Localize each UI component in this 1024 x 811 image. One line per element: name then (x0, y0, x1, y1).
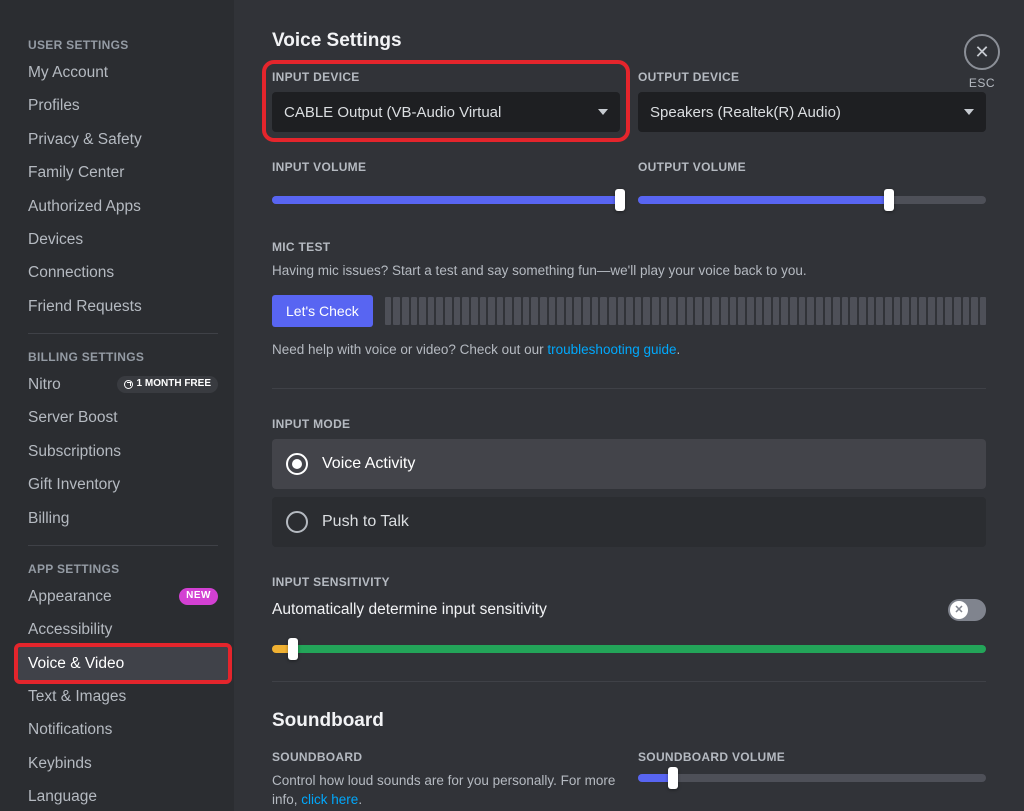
radio-label: Push to Talk (322, 513, 409, 531)
input-volume-label: INPUT VOLUME (272, 160, 620, 174)
close-button[interactable]: ✕ (964, 34, 1000, 70)
clock-icon (124, 380, 133, 389)
sidebar-item-profiles[interactable]: Profiles (18, 89, 228, 122)
sidebar-item-text-images[interactable]: Text & Images (18, 680, 228, 713)
sidebar-item-authorized-apps[interactable]: Authorized Apps (18, 190, 228, 223)
sidebar-item-my-account[interactable]: My Account (18, 56, 228, 89)
mic-test-label: MIC TEST (272, 240, 986, 254)
divider (28, 545, 218, 546)
input-volume-slider[interactable] (272, 196, 620, 204)
x-icon: ✕ (954, 603, 963, 616)
sidebar-item-connections[interactable]: Connections (18, 256, 228, 289)
section-header-app: APP SETTINGS (18, 556, 228, 580)
radio-icon (286, 453, 308, 475)
radio-label: Voice Activity (322, 455, 415, 473)
soundboard-label: SOUNDBOARD (272, 750, 620, 764)
sidebar-item-voice-video[interactable]: Voice & Video (18, 647, 228, 680)
lets-check-button[interactable]: Let's Check (272, 295, 373, 327)
sidebar-item-family-center[interactable]: Family Center (18, 156, 228, 189)
sidebar-item-keybinds[interactable]: Keybinds (18, 747, 228, 780)
sidebar-item-server-boost[interactable]: Server Boost (18, 401, 228, 434)
sidebar-item-privacy-safety[interactable]: Privacy & Safety (18, 123, 228, 156)
divider (28, 333, 218, 334)
output-device-label: OUTPUT DEVICE (638, 70, 986, 84)
sidebar-item-subscriptions[interactable]: Subscriptions (18, 435, 228, 468)
new-badge: NEW (179, 588, 218, 605)
output-device-value: Speakers (Realtek(R) Audio) (650, 104, 841, 121)
sidebar-item-gift-inventory[interactable]: Gift Inventory (18, 468, 228, 501)
soundboard-volume-slider[interactable] (638, 774, 986, 782)
output-volume-label: OUTPUT VOLUME (638, 160, 986, 174)
sidebar-item-nitro[interactable]: Nitro 1 MONTH FREE (18, 368, 228, 401)
input-device-value: CABLE Output (VB-Audio Virtual (284, 104, 501, 121)
esc-label: ESC (964, 76, 1000, 90)
section-header-billing: BILLING SETTINGS (18, 344, 228, 368)
sidebar-item-billing[interactable]: Billing (18, 502, 228, 535)
sidebar-item-accessibility[interactable]: Accessibility (18, 613, 228, 646)
chevron-down-icon (964, 109, 974, 115)
settings-sidebar: USER SETTINGS My Account Profiles Privac… (0, 0, 234, 811)
main-content: ✕ ESC Voice Settings INPUT DEVICE CABLE … (234, 0, 1024, 811)
output-device-select[interactable]: Speakers (Realtek(R) Audio) (638, 92, 986, 132)
sidebar-item-devices[interactable]: Devices (18, 223, 228, 256)
sensitivity-slider[interactable] (272, 645, 986, 653)
vu-meter (385, 297, 986, 325)
soundboard-title: Soundboard (272, 710, 986, 732)
help-text: Need help with voice or video? Check out… (272, 341, 986, 360)
chevron-down-icon (598, 109, 608, 115)
sidebar-item-language[interactable]: Language (18, 780, 228, 811)
auto-sensitivity-label: Automatically determine input sensitivit… (272, 601, 547, 619)
divider (272, 681, 986, 682)
sidebar-item-friend-requests[interactable]: Friend Requests (18, 290, 228, 323)
close-icon: ✕ (974, 43, 989, 61)
output-volume-slider[interactable] (638, 196, 986, 204)
divider (272, 388, 986, 389)
soundboard-desc: Control how loud sounds are for you pers… (272, 772, 620, 810)
input-device-select[interactable]: CABLE Output (VB-Audio Virtual (272, 92, 620, 132)
close-area: ✕ ESC (964, 34, 1000, 90)
section-header-user: USER SETTINGS (18, 32, 228, 56)
input-mode-label: INPUT MODE (272, 417, 986, 431)
page-title: Voice Settings (272, 30, 986, 52)
sidebar-item-appearance[interactable]: Appearance NEW (18, 580, 228, 613)
sidebar-item-notifications[interactable]: Notifications (18, 713, 228, 746)
nitro-badge: 1 MONTH FREE (117, 376, 218, 393)
input-device-label: INPUT DEVICE (272, 70, 620, 84)
troubleshooting-link[interactable]: troubleshooting guide (547, 342, 676, 357)
soundboard-link[interactable]: click here (301, 792, 358, 807)
mic-test-desc: Having mic issues? Start a test and say … (272, 262, 986, 281)
soundboard-volume-label: SOUNDBOARD VOLUME (638, 750, 986, 764)
input-sensitivity-label: INPUT SENSITIVITY (272, 575, 986, 589)
radio-icon (286, 511, 308, 533)
radio-push-to-talk[interactable]: Push to Talk (272, 497, 986, 547)
auto-sensitivity-toggle[interactable]: ✕ (948, 599, 986, 621)
radio-voice-activity[interactable]: Voice Activity (272, 439, 986, 489)
